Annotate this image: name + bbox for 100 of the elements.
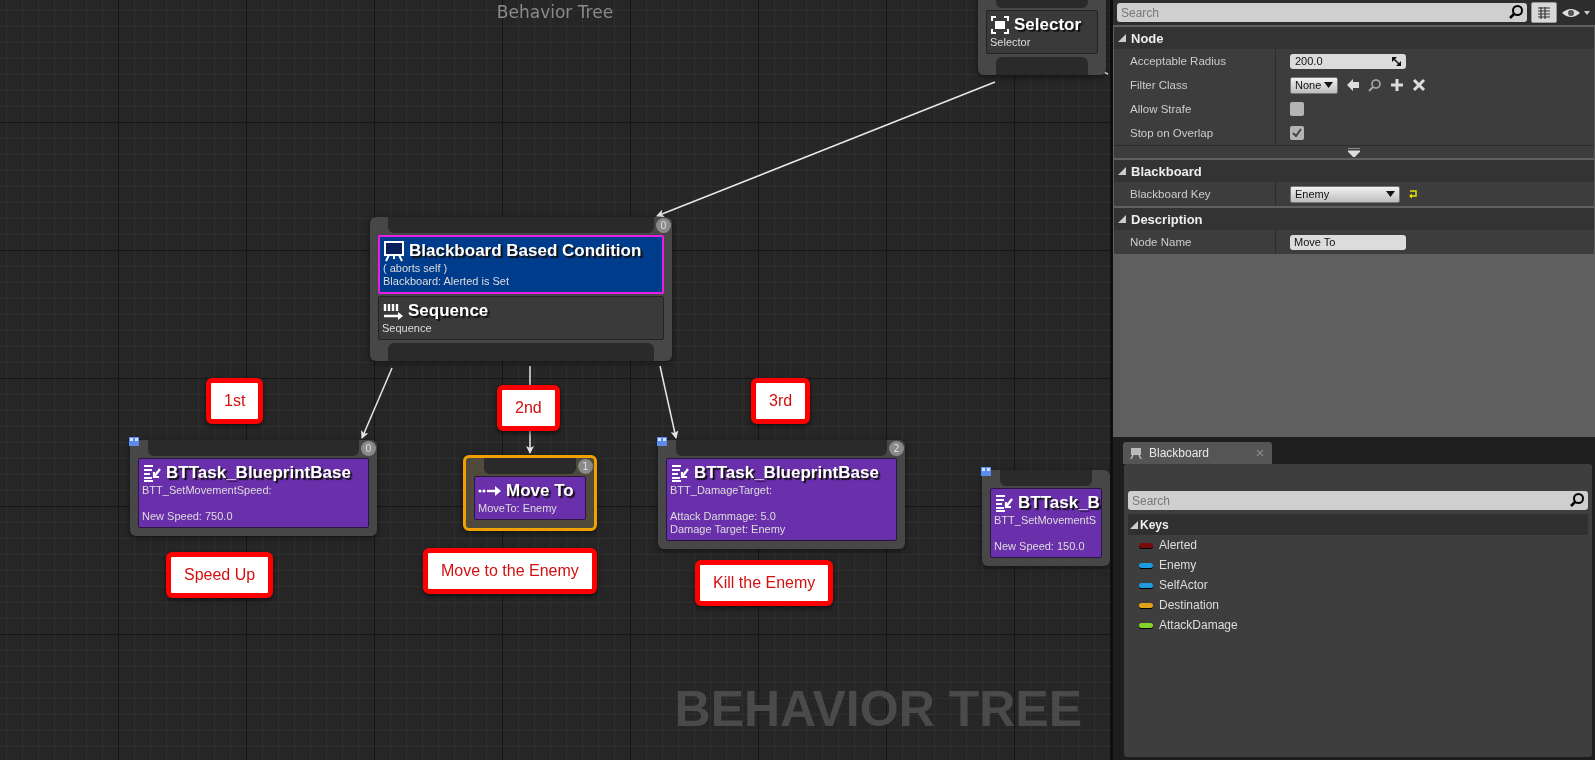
input-pin-bar[interactable] (1000, 470, 1092, 486)
reset-arrow-icon[interactable] (1408, 189, 1418, 199)
collapse-icon (1130, 520, 1138, 529)
blueprint-icon (981, 467, 991, 476)
execution-index: 0 (656, 218, 671, 233)
node-text: BTT_SetMovementSpeed: (142, 484, 273, 497)
connection-arrow (361, 367, 393, 439)
search-field[interactable]: Search (1117, 3, 1527, 22)
move-arrow-icon (478, 483, 502, 499)
property-label: Blackboard Key (1130, 188, 1211, 200)
expand-advanced-icon[interactable] (1348, 147, 1360, 157)
collapse-icon (1118, 167, 1126, 175)
section-header[interactable]: Description (1114, 208, 1594, 230)
plus-icon[interactable] (1390, 78, 1405, 92)
decorator-card[interactable]: Blackboard Based Condition ( aborts self ) Blackboard: Alerted is Set (378, 235, 664, 294)
tree-node[interactable]: Selector Selector (978, 0, 1106, 75)
caret-icon (1324, 82, 1334, 88)
advanced-toggle-row[interactable] (1114, 145, 1594, 158)
decorator-title: Blackboard Based Condition (409, 240, 642, 262)
section-header[interactable]: Blackboard (1114, 160, 1594, 182)
graph-title: Behavior Tree (496, 2, 614, 22)
decorator-text: ( aborts self ) (383, 262, 449, 275)
tab-title: Blackboard (1149, 446, 1211, 460)
node-card[interactable]: Sequence Sequence (378, 296, 664, 340)
section-title: Node (1131, 30, 1164, 46)
execution-index: 1 (578, 459, 593, 474)
node-card[interactable]: Move To MoveTo: Enemy (474, 476, 586, 520)
execution-index: 0 (361, 441, 376, 456)
blackboard-tab[interactable]: Blackboard (1123, 442, 1272, 464)
search-icon[interactable] (1368, 78, 1383, 92)
comment-label: Kill the Enemy (695, 560, 834, 606)
search-icon (1508, 4, 1524, 20)
node-card[interactable]: BTTask_BlueprintBase BTT_DamageTarget: Attack Dammage: 5.0 Damage Target: Enemy (666, 458, 897, 541)
node-property: New Speed: 150.0 (994, 540, 1086, 553)
node-property: Attack Dammage: 5.0 (670, 510, 777, 523)
node-property: New Speed: 750.0 (142, 510, 234, 523)
section-header[interactable]: Node (1114, 27, 1594, 49)
comment-label: 2nd (497, 385, 560, 431)
search-field[interactable]: Search (1128, 491, 1588, 510)
collapse-icon (1118, 215, 1126, 223)
blueprint-icon (129, 437, 139, 446)
node-card[interactable]: BTTask_BlueprintBase BTT_SetMovementSpeed: New Speed: 750.0 (138, 458, 369, 528)
blackboard-key[interactable]: Alerted (1128, 535, 1588, 555)
class-dropdown[interactable]: None (1290, 76, 1339, 94)
blackboard-key[interactable]: Enemy (1128, 555, 1588, 575)
property-matrix-button[interactable] (1531, 2, 1557, 23)
comment-label: Move to the Enemy (423, 548, 597, 594)
tree-node[interactable]: 2 BTTask_BlueprintBase BTT_DamageTarget: Attack Dammage: 5.0 Damage Target: Enemy (658, 440, 905, 549)
node-title: Sequence (408, 300, 489, 322)
node-text: BTT_SetMovementS (994, 514, 1098, 527)
node-card[interactable]: BTTask_B BTT_SetMovementS New Speed: 150.0 (990, 488, 1102, 558)
input-pin-bar[interactable] (676, 440, 887, 456)
input-pin-bar[interactable] (484, 458, 576, 474)
tree-node[interactable]: 0 BTTask_BlueprintBase BTT_SetMovementSpeed: New Speed: 750.0 (130, 440, 377, 536)
blackboard-icon (1129, 446, 1143, 460)
node-text: Selector (990, 36, 1032, 49)
graph-canvas[interactable] (0, 0, 1110, 760)
section-title: Description (1131, 211, 1203, 227)
board-icon (383, 240, 405, 262)
property-label: Node Name (1130, 236, 1192, 248)
execution-index: 2 (889, 441, 904, 456)
selector-icon (990, 15, 1010, 35)
grid-icon (1536, 4, 1552, 21)
node-text: BTT_DamageTarget: (670, 484, 774, 497)
blackboard-key[interactable]: Destination (1128, 595, 1588, 615)
node-property: Damage Target: Enemy (670, 523, 787, 536)
sequence-icon (382, 301, 404, 321)
node-title: Selector (1014, 14, 1082, 36)
node-card[interactable]: Selector Selector (986, 10, 1098, 54)
comment-label: Speed Up (166, 552, 274, 598)
comment-label: 1st (206, 378, 264, 424)
blackboard-key[interactable]: AttackDamage (1128, 615, 1588, 635)
drag-handle-icon (1392, 56, 1401, 66)
node-text: Sequence (382, 322, 433, 335)
tree-node[interactable]: 1 Move To MoveTo: Enemy (463, 455, 597, 531)
node-title: BTTask_BlueprintBase (694, 462, 879, 484)
comment-label: 3rd (751, 378, 811, 424)
input-pin-bar[interactable] (148, 440, 359, 456)
blueprint-icon (657, 437, 667, 446)
property-label: Stop on Overlap (1130, 127, 1214, 139)
node-title: BTTask_BlueprintBase (166, 462, 351, 484)
text-field[interactable]: Move To (1290, 234, 1406, 250)
search-icon (1569, 492, 1585, 508)
arrow-left-icon[interactable] (1346, 78, 1361, 92)
section-title: Blackboard (1131, 163, 1202, 179)
task-list-icon (142, 463, 162, 483)
checkbox[interactable] (1290, 126, 1304, 140)
input-pin-bar[interactable] (388, 217, 654, 233)
blackboard-key[interactable]: SelfActor (1128, 575, 1588, 595)
node-title: BTTask_B (1018, 492, 1100, 514)
tree-node[interactable]: BTTask_B BTT_SetMovementS New Speed: 150.0 (982, 470, 1110, 566)
keys-header[interactable]: Keys (1128, 514, 1588, 535)
group-title: Keys (1140, 517, 1169, 532)
checkbox[interactable] (1290, 102, 1304, 116)
tree-node[interactable]: 0 Blackboard Based Condition ( aborts self ) Blackboard: Alerted is Set Sequence Sequence (370, 217, 672, 361)
key-dropdown[interactable]: Enemy (1290, 185, 1400, 203)
task-list-icon (994, 493, 1014, 513)
task-list-icon (670, 463, 690, 483)
number-field[interactable]: 200.0 (1290, 53, 1406, 69)
caret-icon (1386, 191, 1395, 197)
